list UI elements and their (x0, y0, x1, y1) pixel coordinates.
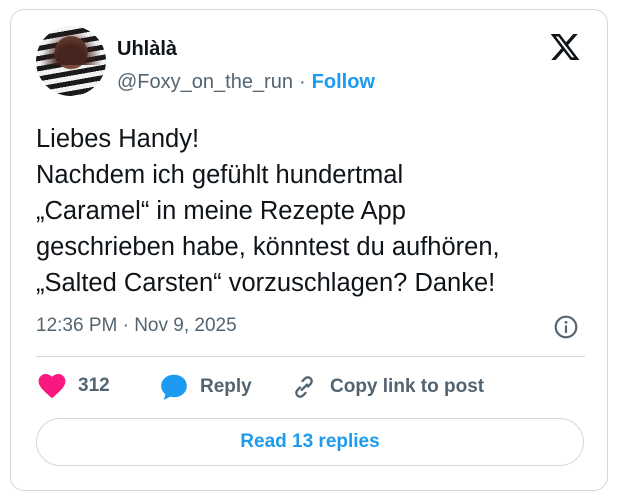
copy-link-button[interactable]: Copy link to post (290, 373, 484, 401)
follow-button[interactable]: Follow (312, 71, 375, 93)
like-count: 312 (78, 375, 110, 396)
post-timestamp[interactable]: 12:36 PM · Nov 9, 2025 (36, 315, 237, 337)
author-handle-row: @Foxy_on_the_run · Follow (117, 71, 375, 94)
read-replies-label: Read 13 replies (240, 431, 380, 452)
separator-dot: · (298, 71, 306, 93)
copy-link-label: Copy link to post (330, 376, 485, 397)
divider (36, 356, 585, 357)
post-text-line: geschrieben habe, könntest du aufhören, (36, 233, 500, 261)
author-handle[interactable]: @Foxy_on_the_run (117, 71, 293, 93)
x-logo-icon[interactable] (549, 31, 581, 63)
author-display-name[interactable]: Uhlàlà (117, 38, 177, 61)
info-icon[interactable] (553, 314, 579, 340)
heart-icon (38, 373, 66, 399)
avatar[interactable] (36, 26, 106, 96)
post-text: Liebes Handy! Nachdem ich gefühlt hunder… (36, 121, 596, 301)
link-icon (295, 376, 313, 398)
like-button[interactable]: 312 (38, 373, 110, 399)
post-text-line: Nachdem ich gefühlt hundertmal (36, 161, 404, 189)
read-replies-button[interactable]: Read 13 replies (36, 418, 584, 466)
post-text-line: „Salted Carsten“ vorzuschlagen? Danke! (36, 269, 496, 297)
post-text-line: Liebes Handy! (36, 125, 200, 153)
reply-label: Reply (200, 376, 252, 397)
reply-button[interactable]: Reply (160, 373, 252, 401)
speech-bubble-icon (161, 374, 187, 400)
post-text-line: „Caramel“ in meine Rezepte App (36, 197, 406, 225)
